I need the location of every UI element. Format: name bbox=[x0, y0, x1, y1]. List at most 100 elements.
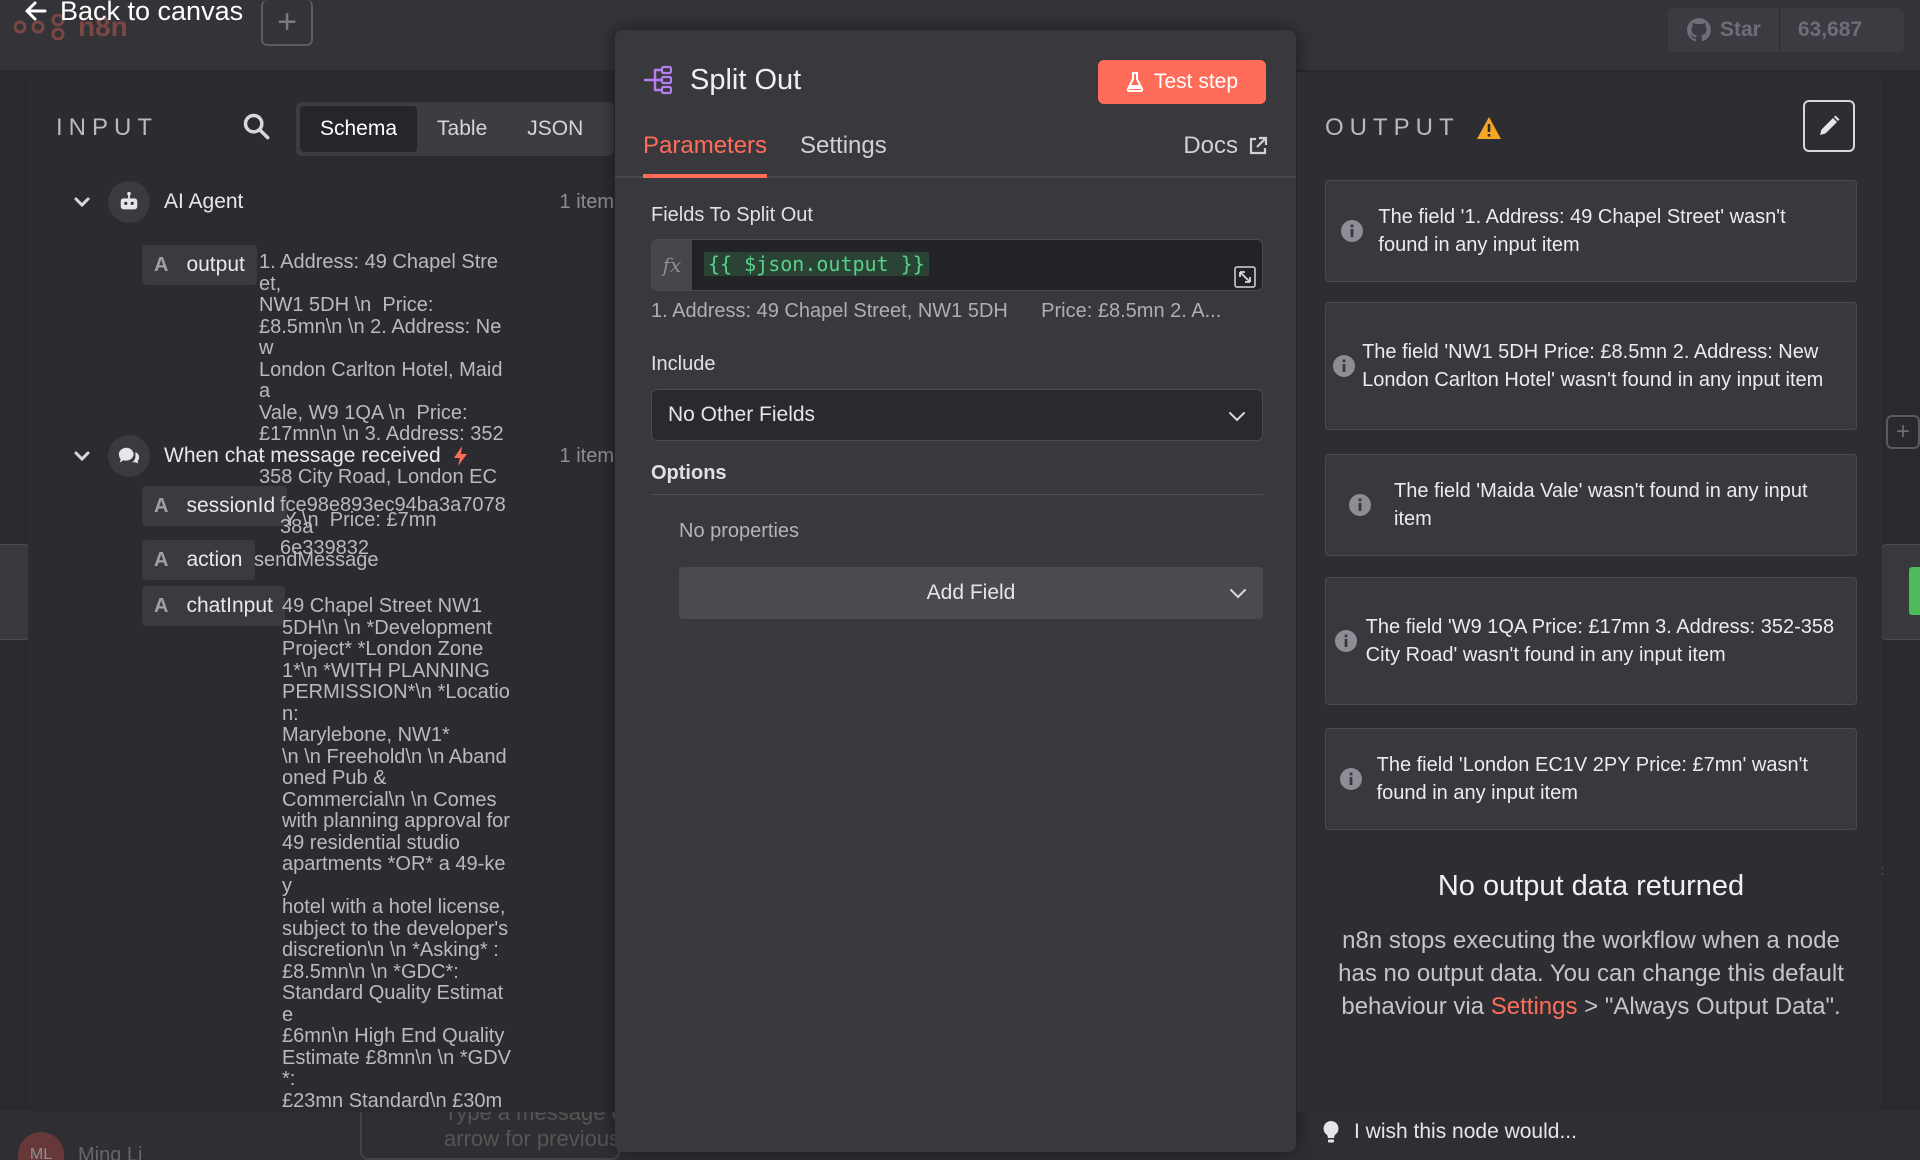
test-step-label: Test step bbox=[1153, 70, 1239, 93]
output-handle-indicator bbox=[1909, 567, 1920, 615]
docs-label: Docs bbox=[1183, 132, 1238, 159]
field-value: 49 Chapel Street NW1 5DH\n \n *Developme… bbox=[282, 595, 511, 1112]
add-node-button[interactable]: + bbox=[261, 0, 313, 46]
chevron-down-icon[interactable] bbox=[64, 184, 100, 220]
output-panel: OUTPUT The field '1. Address: 49 Chapel … bbox=[1297, 72, 1882, 1112]
pencil-icon bbox=[1820, 115, 1840, 135]
warning-message: The field '1. Address: 49 Chapel Street'… bbox=[1378, 205, 1786, 257]
feedback-label: I wish this node would... bbox=[1354, 1120, 1577, 1143]
back-to-canvas-label: Back to canvas bbox=[60, 0, 244, 26]
github-star-button[interactable]: Star 63,687 bbox=[1668, 8, 1904, 52]
expand-icon[interactable] bbox=[1234, 266, 1256, 288]
back-to-canvas-link[interactable]: Back to canvas bbox=[24, 0, 243, 26]
info-icon bbox=[1326, 354, 1362, 378]
feedback-link[interactable]: I wish this node would... bbox=[1322, 1120, 1577, 1144]
field-name: sessionId bbox=[186, 494, 276, 517]
expression-value: {{ $json.output }} bbox=[704, 252, 929, 276]
schema-field-sessionid[interactable]: A sessionId bbox=[142, 486, 288, 526]
field-value: sendMessage bbox=[254, 549, 379, 571]
view-json-button[interactable]: JSON bbox=[507, 106, 603, 152]
chevron-down-icon[interactable] bbox=[64, 438, 100, 474]
lightning-bolt-icon bbox=[453, 446, 467, 466]
view-table-button[interactable]: Table bbox=[417, 106, 507, 152]
canvas-add-button[interactable]: + bbox=[1886, 415, 1920, 449]
no-output-title: No output data returned bbox=[1437, 870, 1745, 902]
fields-to-split-out-label: Fields To Split Out bbox=[651, 204, 813, 226]
flask-icon bbox=[1126, 72, 1144, 92]
docs-link[interactable]: Docs bbox=[1183, 132, 1268, 160]
output-drag-handle[interactable] bbox=[1878, 544, 1920, 640]
options-label: Options bbox=[651, 462, 727, 484]
external-link-icon bbox=[1249, 136, 1268, 155]
schema-node-name: AI Agent bbox=[164, 190, 244, 213]
info-icon bbox=[1326, 493, 1394, 517]
warning-icon bbox=[1476, 117, 1501, 139]
field-name: action bbox=[186, 548, 243, 571]
include-selected-value: No Other Fields bbox=[668, 403, 816, 426]
fields-to-split-out-input[interactable]: fx {{ $json.output }} bbox=[651, 239, 1263, 291]
no-output-description: n8n stops executing the workflow when a … bbox=[1325, 924, 1857, 1023]
settings-link[interactable]: Settings bbox=[1491, 993, 1578, 1020]
arrow-left-icon bbox=[25, 1, 47, 21]
avatar: ML bbox=[18, 1132, 64, 1160]
warning-card: The field '1. Address: 49 Chapel Street'… bbox=[1325, 180, 1857, 282]
info-icon bbox=[1326, 767, 1377, 791]
view-switcher: Schema Table JSON bbox=[296, 102, 614, 156]
search-icon[interactable] bbox=[242, 112, 270, 140]
lightbulb-icon bbox=[1323, 1121, 1339, 1143]
tab-settings[interactable]: Settings bbox=[800, 132, 887, 178]
node-header: Split Out Test step Parameters Settings … bbox=[615, 30, 1296, 178]
string-type-icon: A bbox=[154, 594, 169, 617]
schema-field-output[interactable]: A output bbox=[142, 245, 257, 285]
field-name: output bbox=[186, 253, 245, 276]
warning-card: The field 'Maida Vale' wasn't found in a… bbox=[1325, 454, 1857, 556]
schema-field-action[interactable]: A action bbox=[142, 540, 255, 580]
chevron-down-icon bbox=[1229, 412, 1245, 422]
warning-message: The field 'London EC1V 2PY Price: £7mn' … bbox=[1376, 753, 1808, 805]
input-panel: INPUT Schema Table JSON AI Agent 1 item … bbox=[28, 72, 614, 1112]
field-value: 1. Address: 49 Chapel Street, NW1 5DH \n… bbox=[259, 251, 504, 531]
user-menu[interactable]: ML Ming Li bbox=[18, 1132, 142, 1160]
divider bbox=[651, 494, 1263, 495]
string-type-icon: A bbox=[154, 548, 169, 571]
include-label: Include bbox=[651, 353, 716, 375]
node-parameters-panel: Split Out Test step Parameters Settings … bbox=[615, 30, 1296, 1152]
warning-card: The field 'NW1 5DH Price: £8.5mn 2. Addr… bbox=[1325, 302, 1857, 430]
warning-card: The field 'W9 1QA Price: £17mn 3. Addres… bbox=[1325, 577, 1857, 705]
info-icon bbox=[1326, 219, 1378, 243]
no-output-text-end: > "Always Output Data". bbox=[1577, 993, 1841, 1020]
warning-message: The field 'Maida Vale' wasn't found in a… bbox=[1394, 479, 1808, 531]
tab-parameters[interactable]: Parameters bbox=[643, 132, 768, 178]
schema-node-ai-agent[interactable]: AI Agent 1 item bbox=[64, 178, 614, 226]
test-step-button[interactable]: Test step bbox=[1098, 60, 1266, 104]
warning-card: The field 'London EC1V 2PY Price: £7mn' … bbox=[1325, 728, 1857, 830]
input-header: INPUT Schema Table JSON bbox=[56, 102, 614, 156]
github-star-label: Star bbox=[1720, 18, 1761, 41]
string-type-icon: A bbox=[154, 494, 169, 517]
input-title: INPUT bbox=[56, 114, 158, 141]
github-icon bbox=[1687, 18, 1711, 42]
node-tabs: Parameters Settings Docs bbox=[615, 122, 1296, 178]
user-name: Ming Li bbox=[78, 1143, 143, 1160]
chat-bubble-icon bbox=[108, 435, 150, 477]
node-title[interactable]: Split Out bbox=[690, 64, 801, 97]
item-count: 1 item bbox=[559, 190, 614, 213]
github-star-count: 63,687 bbox=[1797, 18, 1863, 41]
item-count: 1 item bbox=[559, 444, 614, 467]
robot-icon bbox=[108, 181, 150, 223]
output-title: OUTPUT bbox=[1325, 114, 1460, 141]
schema-node-chat-trigger[interactable]: When chat message received 1 item bbox=[64, 432, 614, 480]
warning-message: The field 'W9 1QA Price: £17mn 3. Addres… bbox=[1365, 615, 1835, 667]
add-field-button[interactable]: Add Field bbox=[679, 567, 1263, 619]
include-select[interactable]: No Other Fields bbox=[651, 389, 1263, 441]
add-field-label: Add Field bbox=[926, 581, 1016, 604]
schema-field-chatinput[interactable]: A chatInput bbox=[142, 586, 285, 626]
info-icon bbox=[1326, 629, 1366, 653]
warning-message: The field 'NW1 5DH Price: £8.5mn 2. Addr… bbox=[1362, 340, 1824, 392]
edit-output-button[interactable] bbox=[1803, 100, 1855, 152]
no-properties-text: No properties bbox=[679, 520, 800, 542]
split-out-icon bbox=[643, 65, 673, 95]
expression-preview: 1. Address: 49 Chapel Street, NW1 5DH Pr… bbox=[651, 300, 1222, 322]
string-type-icon: A bbox=[154, 253, 169, 276]
view-schema-button[interactable]: Schema bbox=[300, 106, 418, 152]
